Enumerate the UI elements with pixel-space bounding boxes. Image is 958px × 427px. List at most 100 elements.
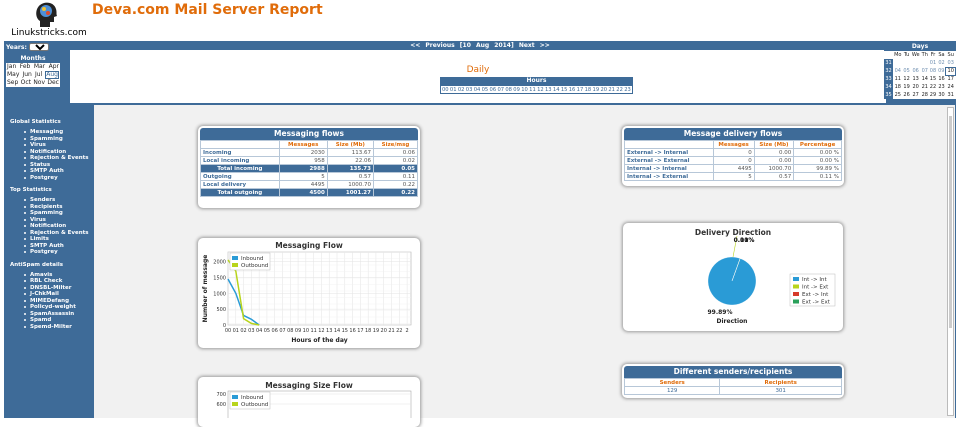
sidebar-item-postgrey[interactable]: Postgrey [4,175,94,182]
hour-link-18[interactable]: 18 [585,86,592,93]
day-link-03[interactable]: 03 [946,59,956,67]
scrollbar-thumb[interactable] [949,116,952,328]
hour-link-17[interactable]: 17 [577,86,584,93]
day-link-30[interactable]: 30 [937,91,946,99]
current-date: [10 Aug 2014] [459,42,514,49]
month-link-oct[interactable]: Oct [21,79,31,87]
row-value: 1001.27 [326,188,374,197]
row-value: 22.06 [326,156,374,165]
hour-link-00[interactable]: 00 [442,86,449,93]
site-logo[interactable]: Linukstricks.com [6,0,88,38]
month-link-mar[interactable]: Mar [34,63,45,71]
day-link-23[interactable]: 23 [937,83,946,91]
hour-link-09[interactable]: 09 [513,86,520,93]
day-link-22[interactable]: 22 [929,83,937,91]
hour-link-12[interactable]: 12 [537,86,544,93]
month-link-jun[interactable]: Jun [22,71,31,79]
hour-link-22[interactable]: 22 [616,86,623,93]
y-tick-label: 1500 [213,275,226,281]
hour-link-02[interactable]: 02 [458,86,465,93]
hour-link-04[interactable]: 04 [474,86,481,93]
week-number-31[interactable]: 31 [884,59,893,67]
day-link-10[interactable]: 10 [945,66,956,76]
month-link-nov[interactable]: Nov [33,79,45,87]
day-link-15[interactable]: 15 [929,75,937,83]
month-link-aug[interactable]: Aug [45,71,59,79]
day-link-05[interactable]: 05 [903,67,911,75]
day-link-24[interactable]: 24 [946,83,956,91]
day-link-07[interactable]: 07 [921,67,929,75]
row-value: 0.06 [372,148,419,157]
previous-link[interactable]: << Previous [410,42,455,49]
day-link-26[interactable]: 26 [903,91,911,99]
hour-link-14[interactable]: 14 [553,86,560,93]
month-link-jan[interactable]: Jan [7,63,16,71]
day-link-09[interactable]: 09 [937,67,946,75]
vertical-scrollbar[interactable] [947,107,954,416]
day-link-16[interactable]: 16 [937,75,946,83]
x-tick-label: 22 [396,328,402,334]
day-link-13[interactable]: 13 [911,75,921,83]
month-link-sep[interactable]: Sep [7,79,18,87]
month-link-jul[interactable]: Jul [35,71,42,79]
months-row: May Jun Jul Aug [6,71,60,79]
sidebar-item-postgrey[interactable]: Postgrey [4,249,94,256]
column-header: Size (Mb) [753,140,795,149]
hour-link-03[interactable]: 03 [466,86,473,93]
day-link-08[interactable]: 08 [929,67,937,75]
hour-link-16[interactable]: 16 [569,86,576,93]
hour-link-08[interactable]: 08 [505,86,512,93]
report-mode-label: Daily [466,65,490,75]
hour-link-10[interactable]: 10 [521,86,528,93]
day-link-12[interactable]: 12 [903,75,911,83]
hour-link-01[interactable]: 01 [450,86,457,93]
row-label: External -> Internal [624,148,714,157]
months-row: Jan Feb Mar Apr [6,63,60,71]
week-number-34[interactable]: 34 [884,83,893,91]
day-link-06[interactable]: 06 [911,67,921,75]
week-number-35[interactable]: 35 [884,91,893,99]
months-grid: Jan Feb Mar Apr May Jun Jul Aug Sep Oct Nov Dec [6,63,60,87]
day-link-02[interactable]: 02 [937,59,946,67]
week-number-32[interactable]: 32 [884,67,893,75]
hour-link-21[interactable]: 21 [608,86,615,93]
next-link[interactable]: Next >> [519,42,550,49]
row-value: 0.05 [372,164,419,173]
month-link-apr[interactable]: Apr [49,63,59,71]
day-link-27[interactable]: 27 [911,91,921,99]
hour-link-20[interactable]: 20 [600,86,607,93]
day-link-18[interactable]: 18 [893,83,903,91]
days-table: Mo Tu We Th Fr Sa Su 31 01 02 03 32 04 05 06 07 08 09 10 33… [884,51,956,99]
hour-link-23[interactable]: 23 [624,86,631,93]
date-navigation: Years: 2014 Months Jan Feb Mar Apr May Jun Jul A… [4,41,956,105]
month-link-dec[interactable]: Dec [47,79,59,87]
day-link-31[interactable]: 31 [946,91,956,99]
hour-link-15[interactable]: 15 [561,86,568,93]
sidebar-item-spemd-milter[interactable]: Spemd-Milter [4,324,94,331]
messaging-flow-chart: Messaging Flow 0 500 1000 1500 2000 00 01 02 03 0… [198,238,420,348]
row-value: 1000.70 [753,164,795,173]
month-link-feb[interactable]: Feb [20,63,31,71]
day-link-01[interactable]: 01 [929,59,937,67]
month-link-may[interactable]: May [7,71,19,79]
day-link-04[interactable]: 04 [893,67,903,75]
day-link-21[interactable]: 21 [921,83,929,91]
hour-link-05[interactable]: 05 [482,86,489,93]
day-link-17[interactable]: 17 [946,75,956,83]
day-link-25[interactable]: 25 [893,91,903,99]
y-tick-label: 700 [216,392,226,398]
x-tick-label: 05 [264,328,270,334]
hour-link-07[interactable]: 07 [497,86,504,93]
day-link-19[interactable]: 19 [903,83,911,91]
hour-link-11[interactable]: 11 [529,86,536,93]
week-number-33[interactable]: 33 [884,75,893,83]
day-link-14[interactable]: 14 [921,75,929,83]
x-tick-label: 2 [406,328,409,334]
hour-link-19[interactable]: 19 [593,86,600,93]
day-link-29[interactable]: 29 [929,91,937,99]
hour-link-13[interactable]: 13 [545,86,552,93]
hour-link-06[interactable]: 06 [490,86,497,93]
day-link-28[interactable]: 28 [921,91,929,99]
day-link-11[interactable]: 11 [893,75,903,83]
day-link-20[interactable]: 20 [911,83,921,91]
